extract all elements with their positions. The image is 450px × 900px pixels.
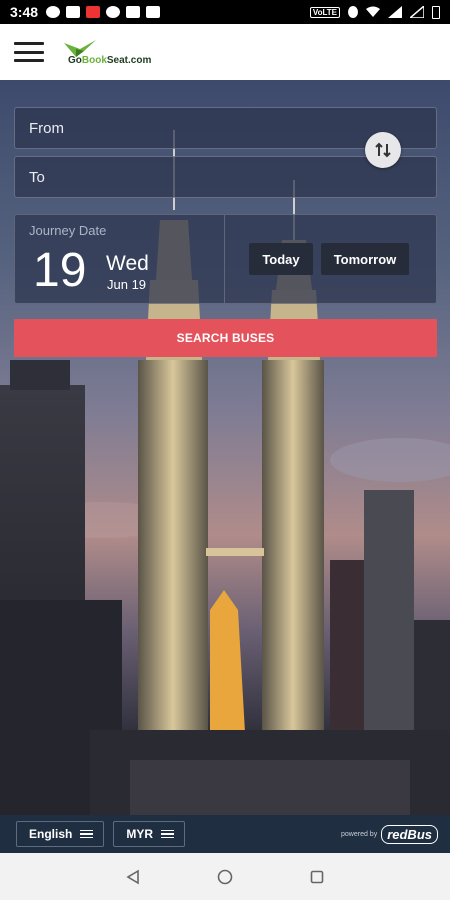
app-header: GoBookSeat.com	[0, 24, 450, 80]
signal-icon-2	[410, 6, 424, 18]
logo-seat: Seat.com	[106, 54, 152, 66]
powered-by: powered by redBus	[341, 824, 438, 844]
logo-go: Go	[68, 54, 82, 66]
journey-date-label: Journey Date	[29, 223, 107, 238]
quick-date-options: Today Tomorrow	[225, 215, 436, 303]
vibrate-icon	[348, 6, 358, 18]
tomorrow-button[interactable]: Tomorrow	[321, 243, 409, 275]
back-triangle-icon	[126, 869, 139, 884]
logo-text: GoBookSeat.com	[68, 55, 151, 66]
notification-icons	[46, 6, 161, 18]
app-notification-icon	[86, 6, 101, 18]
swap-button[interactable]	[365, 132, 401, 168]
search-buses-button[interactable]: SEARCH BUSES	[14, 319, 437, 357]
month-day-label: Jun 19	[107, 277, 147, 292]
email-icon	[126, 6, 141, 18]
hamburger-icon[interactable]	[14, 42, 44, 62]
recents-square-icon	[310, 870, 324, 883]
from-placeholder: From	[29, 119, 64, 137]
redbus-logo: redBus	[381, 824, 438, 844]
home-circle-icon	[217, 869, 233, 884]
logo-book: Book	[81, 54, 107, 66]
whatsapp-icon	[106, 6, 121, 18]
journey-date-panel: Journey Date 19 Wed Jun 19 Today Tomorro…	[14, 214, 437, 304]
language-selector[interactable]: English	[16, 821, 105, 847]
date-picker[interactable]: Journey Date 19 Wed Jun 19	[15, 215, 225, 303]
system-navigation-bar	[0, 853, 450, 900]
recents-button[interactable]	[307, 867, 327, 887]
signal-icon	[388, 6, 402, 18]
menu-lines-icon	[80, 829, 94, 839]
swap-vertical-icon	[375, 142, 391, 158]
language-label: English	[29, 827, 73, 841]
to-placeholder: To	[29, 168, 45, 186]
currency-selector[interactable]: MYR	[113, 821, 186, 847]
powered-by-text: powered by	[341, 830, 378, 838]
status-bar: 3:48 VoLTE	[0, 0, 450, 24]
app-footer: English MYR powered by redBus	[0, 815, 450, 853]
wifi-icon	[366, 6, 380, 17]
image-icon	[146, 6, 161, 18]
message-icon	[66, 6, 81, 18]
battery-icon	[432, 5, 440, 19]
volte-badge: VoLTE	[309, 6, 340, 18]
app-logo[interactable]: GoBookSeat.com	[62, 39, 151, 66]
menu-lines-icon	[161, 829, 175, 839]
currency-label: MYR	[126, 827, 154, 841]
today-button[interactable]: Today	[249, 243, 313, 275]
system-icons: VoLTE	[309, 5, 440, 19]
home-button[interactable]	[215, 867, 235, 887]
weekday-label: Wed	[106, 252, 149, 275]
location-icon	[46, 6, 61, 18]
status-time: 3:48	[10, 4, 39, 20]
day-number: 19	[33, 244, 87, 297]
back-button[interactable]	[123, 867, 143, 887]
